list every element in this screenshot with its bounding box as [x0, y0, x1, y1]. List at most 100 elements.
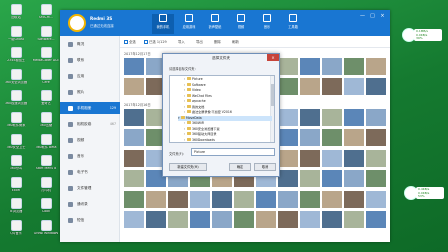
photo-thumbnail[interactable]: [300, 129, 320, 146]
sidebar-item[interactable]: 电子书: [60, 166, 120, 178]
sidebar-item[interactable]: 应用: [60, 70, 120, 82]
photo-thumbnail[interactable]: [322, 211, 342, 228]
sidebar-item[interactable]: 联系: [60, 54, 120, 66]
folder-tree[interactable]: › Picture › Software › Video › WeChat Files › wpc…: [169, 75, 275, 143]
nav-my-phone[interactable]: 我的手机: [152, 14, 174, 34]
photo-thumbnail[interactable]: [344, 150, 364, 167]
photo-thumbnail[interactable]: [168, 191, 188, 208]
photo-thumbnail[interactable]: [366, 191, 386, 208]
sidebar-item[interactable]: 音乐: [60, 150, 120, 162]
photo-thumbnail[interactable]: [300, 211, 320, 228]
photo-thumbnail[interactable]: [322, 109, 342, 126]
folder-tree-item[interactable]: › 360Downloads: [184, 137, 272, 143]
photo-thumbnail[interactable]: [278, 58, 298, 75]
photo-thumbnail[interactable]: [344, 78, 364, 95]
photo-thumbnail[interactable]: [322, 78, 342, 95]
photo-thumbnail[interactable]: [322, 191, 342, 208]
photo-thumbnail[interactable]: [278, 170, 298, 187]
photo-thumbnail[interactable]: [124, 109, 144, 126]
photo-thumbnail[interactable]: [366, 170, 386, 187]
photo-thumbnail[interactable]: [124, 211, 144, 228]
photo-thumbnail[interactable]: [300, 191, 320, 208]
sidebar-item[interactable]: 文件管理: [60, 182, 120, 194]
photo-thumbnail[interactable]: [124, 129, 144, 146]
photo-thumbnail[interactable]: [322, 150, 342, 167]
cancel-button[interactable]: 取消: [254, 163, 276, 171]
photo-thumbnail[interactable]: [212, 191, 232, 208]
sidebar-item[interactable]: 概况: [60, 38, 120, 50]
folder-input[interactable]: Picture: [191, 148, 275, 156]
photo-thumbnail[interactable]: [212, 211, 232, 228]
photo-thumbnail[interactable]: [300, 78, 320, 95]
photo-thumbnail[interactable]: [300, 150, 320, 167]
nav-ringtones[interactable]: 铃声壁纸: [204, 14, 226, 34]
photo-thumbnail[interactable]: [234, 211, 254, 228]
sidebar-item[interactable]: 通讯录: [60, 198, 120, 210]
import-button[interactable]: 导入: [178, 39, 185, 44]
sidebar-item[interactable]: 短信: [60, 214, 120, 226]
ok-button[interactable]: 确定: [229, 163, 251, 171]
photo-thumbnail[interactable]: [278, 150, 298, 167]
nav-toolbox[interactable]: 工具箱: [282, 14, 304, 34]
photo-thumbnail[interactable]: [366, 58, 386, 75]
photo-thumbnail[interactable]: [278, 78, 298, 95]
photo-thumbnail[interactable]: [300, 170, 320, 187]
photo-thumbnail[interactable]: [344, 211, 364, 228]
photo-thumbnail[interactable]: [190, 211, 210, 228]
sidebar-item[interactable]: 照片: [60, 86, 120, 98]
photo-thumbnail[interactable]: [344, 129, 364, 146]
photo-thumbnail[interactable]: [124, 191, 144, 208]
photo-thumbnail[interactable]: [322, 129, 342, 146]
photo-thumbnail[interactable]: [366, 129, 386, 146]
desktop-icon[interactable]: QQ音乐: [0, 220, 32, 248]
sidebar-item[interactable]: 手机相册 129: [60, 102, 120, 114]
sidebar-item[interactable]: 视频: [60, 134, 120, 146]
photo-thumbnail[interactable]: [344, 191, 364, 208]
photo-thumbnail[interactable]: [278, 191, 298, 208]
photo-thumbnail[interactable]: [278, 109, 298, 126]
photo-thumbnail[interactable]: [124, 78, 144, 95]
network-speed-widget-2[interactable]: 0.4KB/s 0.0KB/s 53%: [404, 184, 444, 206]
sidebar-item[interactable]: 相机胶卷 467: [60, 118, 120, 130]
photo-thumbnail[interactable]: [322, 170, 342, 187]
desktop-icon-label: 360软件 Beta: [35, 145, 57, 149]
photo-thumbnail[interactable]: [168, 211, 188, 228]
photo-thumbnail[interactable]: [124, 170, 144, 187]
photo-thumbnail[interactable]: [256, 191, 276, 208]
photo-thumbnail[interactable]: [146, 211, 166, 228]
photo-thumbnail[interactable]: [124, 150, 144, 167]
photo-thumbnail[interactable]: [366, 109, 386, 126]
folder-icon: [187, 88, 191, 91]
delete-button[interactable]: 删除: [214, 39, 221, 44]
photo-thumbnail[interactable]: [366, 78, 386, 95]
new-folder-button[interactable]: 新建文件夹(M): [169, 163, 207, 171]
photo-thumbnail[interactable]: [300, 58, 320, 75]
photo-thumbnail[interactable]: [234, 191, 254, 208]
photo-thumbnail[interactable]: [190, 191, 210, 208]
photo-thumbnail[interactable]: [344, 58, 364, 75]
nav-video[interactable]: 视频: [230, 14, 252, 34]
photo-thumbnail[interactable]: [322, 58, 342, 75]
photo-thumbnail[interactable]: [256, 211, 276, 228]
photo-thumbnail[interactable]: [344, 170, 364, 187]
minimize-button[interactable]: —: [358, 12, 367, 20]
refresh-button[interactable]: 刷新: [232, 39, 239, 44]
nav-music[interactable]: 音乐: [256, 14, 278, 34]
network-speed-widget[interactable]: 0.1MB/s 0.0KB/s 39%: [402, 26, 444, 50]
photo-thumbnail[interactable]: [124, 58, 144, 75]
photo-thumbnail[interactable]: [366, 211, 386, 228]
photo-thumbnail[interactable]: [300, 109, 320, 126]
dialog-close-button[interactable]: ×: [267, 54, 279, 61]
photo-thumbnail[interactable]: [278, 129, 298, 146]
photo-thumbnail[interactable]: [278, 211, 298, 228]
dialog-prompt: 请选择目标文件夹：: [169, 67, 198, 71]
maximize-button[interactable]: □: [368, 12, 377, 20]
photo-thumbnail[interactable]: [344, 109, 364, 126]
export-button[interactable]: 导出: [196, 39, 203, 44]
photo-thumbnail[interactable]: [366, 150, 386, 167]
close-button[interactable]: ×: [378, 12, 387, 20]
desktop-icon[interactable]: Growl Windows: [30, 220, 62, 248]
photo-thumbnail[interactable]: [146, 191, 166, 208]
nav-apps[interactable]: 应用游戏: [178, 14, 200, 34]
select-all-checkbox[interactable]: 全选: [124, 39, 136, 44]
